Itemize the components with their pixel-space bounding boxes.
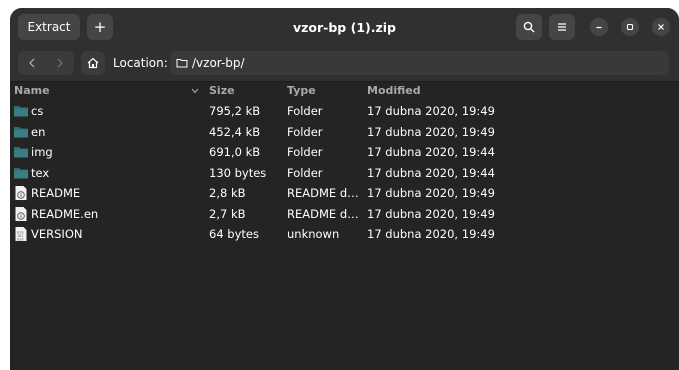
column-modified[interactable]: Modified — [367, 84, 421, 97]
file-modified: 17 dubna 2020, 19:49 — [367, 206, 495, 221]
maximize-icon — [626, 23, 634, 31]
add-files-button[interactable]: + — [87, 14, 113, 40]
table-row[interactable]: README 2,8 kB README d… 17 dubna 2020, 19:4… — [10, 183, 679, 204]
table-row[interactable]: 010 101 010 VERSION 64 bytes unknown 17 dubna … — [10, 224, 679, 245]
file-modified: 17 dubna 2020, 19:44 — [367, 145, 495, 159]
file-type: README d… — [287, 186, 359, 200]
archive-window: Extract + vzor-bp (1).zip Location: /vzo… — [10, 8, 679, 370]
search-button[interactable] — [516, 14, 542, 40]
location-path: /vzor-bp/ — [192, 56, 245, 70]
search-icon — [523, 21, 535, 33]
file-list: cs 795,2 kB Folder 17 dubna 2020, 19:49 en 45… — [10, 101, 679, 245]
file-modified: 17 dubna 2020, 19:49 — [367, 124, 495, 139]
table-row[interactable]: README.en 2,7 kB README d… 17 dubna 2020, 1… — [10, 204, 679, 225]
file-size: 64 bytes — [209, 227, 259, 241]
minimize-icon — [596, 26, 602, 29]
file-size: 2,8 kB — [209, 186, 246, 200]
location-field[interactable]: /vzor-bp/ — [170, 51, 669, 75]
file-name: VERSION — [31, 227, 83, 241]
folder-icon — [13, 165, 29, 181]
sort-chevron-icon[interactable] — [191, 84, 199, 97]
binary-file-icon: 010 101 010 — [13, 226, 29, 242]
info-file-icon — [13, 206, 29, 222]
header-bar: Extract + vzor-bp (1).zip — [10, 8, 679, 46]
menu-button[interactable] — [549, 14, 575, 40]
file-size: 130 bytes — [209, 165, 267, 180]
close-icon — [658, 24, 664, 30]
location-label: Location: — [113, 56, 168, 70]
info-file-icon — [13, 185, 29, 201]
file-type: README d… — [287, 206, 359, 221]
chevron-right-icon — [57, 58, 63, 68]
column-header: Name Size Type Modified — [10, 82, 679, 100]
file-name: tex — [31, 165, 50, 180]
file-name: img — [31, 145, 53, 159]
forward-button[interactable] — [46, 51, 74, 75]
minimize-button[interactable] — [590, 18, 608, 36]
svg-text:010: 010 — [17, 238, 24, 242]
folder-icon — [13, 103, 29, 119]
file-size: 795,2 kB — [209, 104, 261, 118]
navigation-group — [18, 51, 74, 75]
location-bar: Location: /vzor-bp/ — [10, 46, 679, 82]
hamburger-icon — [558, 23, 566, 31]
file-type: Folder — [287, 145, 323, 159]
file-modified: 17 dubna 2020, 19:49 — [367, 186, 495, 200]
file-size: 452,4 kB — [209, 124, 261, 139]
file-size: 691,0 kB — [209, 145, 261, 159]
home-button[interactable] — [81, 51, 105, 75]
column-type[interactable]: Type — [287, 84, 316, 97]
file-name: en — [31, 124, 46, 139]
table-row[interactable]: en 452,4 kB Folder 17 dubna 2020, 19:49 — [10, 122, 679, 143]
file-size: 2,7 kB — [209, 206, 246, 221]
extract-button[interactable]: Extract — [18, 14, 80, 40]
file-type: Folder — [287, 165, 323, 180]
file-type: Folder — [287, 104, 323, 118]
file-name: cs — [31, 104, 44, 118]
home-icon — [87, 57, 99, 69]
file-name: README.en — [31, 206, 99, 221]
column-name[interactable]: Name — [14, 84, 50, 97]
folder-icon — [13, 124, 29, 140]
file-name: README — [31, 186, 81, 200]
folder-outline-icon — [176, 58, 188, 68]
back-button[interactable] — [18, 51, 46, 75]
file-modified: 17 dubna 2020, 19:49 — [367, 227, 495, 241]
table-row[interactable]: img 691,0 kB Folder 17 dubna 2020, 19:44 — [10, 142, 679, 163]
maximize-button[interactable] — [621, 18, 639, 36]
file-modified: 17 dubna 2020, 19:49 — [367, 104, 495, 118]
table-row[interactable]: cs 795,2 kB Folder 17 dubna 2020, 19:49 — [10, 101, 679, 122]
file-modified: 17 dubna 2020, 19:44 — [367, 165, 495, 180]
column-size[interactable]: Size — [209, 84, 235, 97]
file-type: Folder — [287, 124, 323, 139]
chevron-left-icon — [29, 58, 35, 68]
table-row[interactable]: tex 130 bytes Folder 17 dubna 2020, 19:44 — [10, 163, 679, 184]
close-button[interactable] — [652, 18, 670, 36]
file-type: unknown — [287, 227, 340, 241]
folder-icon — [13, 144, 29, 160]
